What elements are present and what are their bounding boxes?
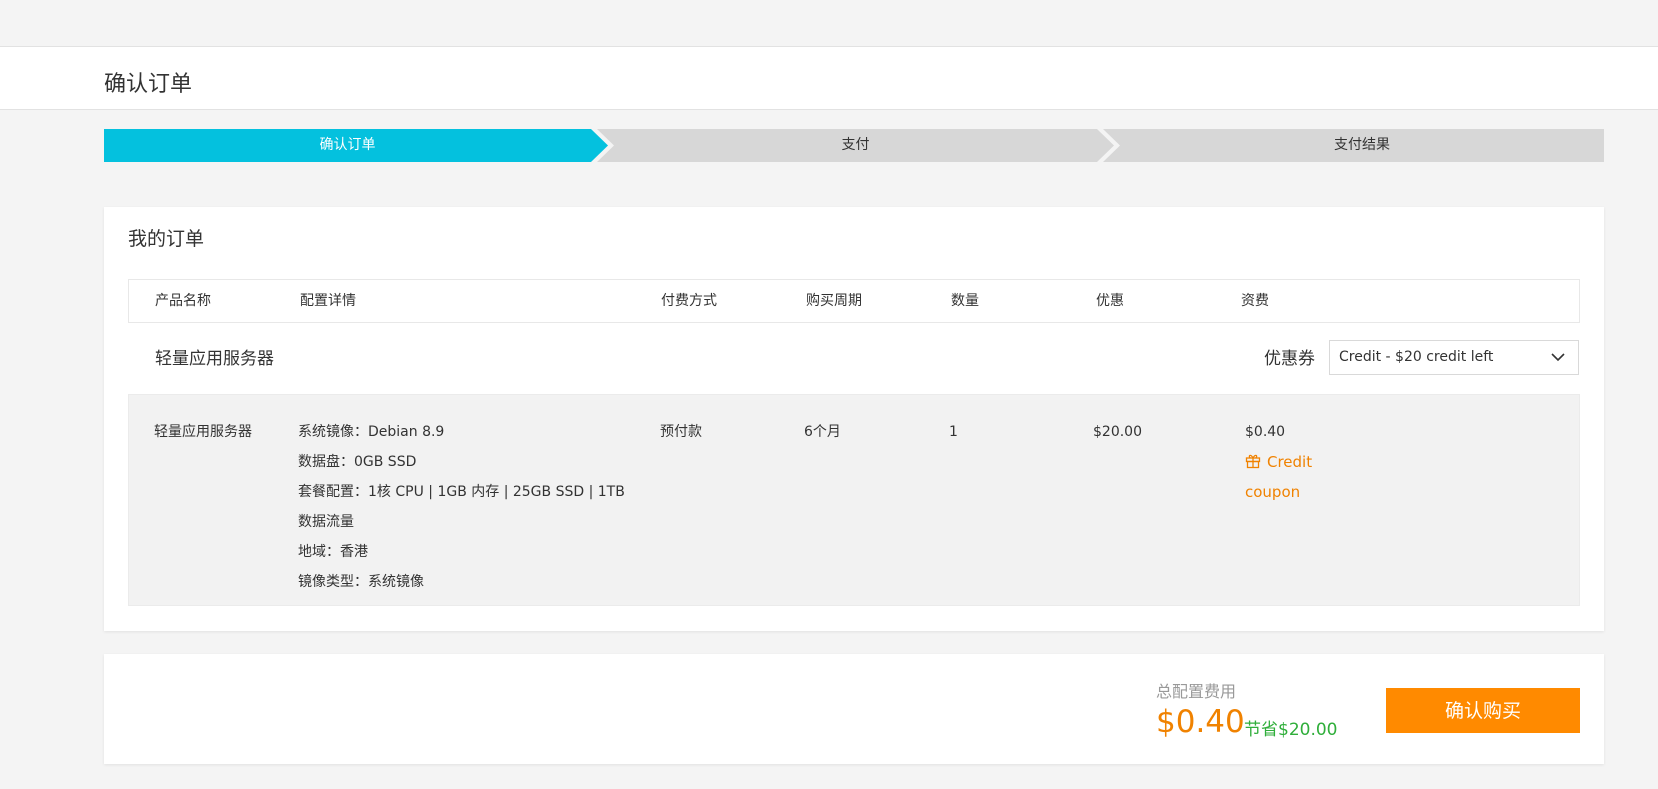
coupon-select[interactable]: Credit - $20 credit left bbox=[1329, 340, 1579, 375]
progress-steps: 确认订单 支付 支付结果 bbox=[104, 129, 1604, 162]
row-payment-method: 预付款 bbox=[660, 424, 702, 440]
step-payment-result: 支付结果 bbox=[1334, 137, 1390, 153]
detail-data-disk: 数据盘：0GB SSD bbox=[298, 454, 417, 470]
savings-text: 节省$20.00 bbox=[1244, 720, 1338, 740]
step-confirm-order: 确认订单 bbox=[319, 137, 376, 153]
column-purchase-period: 购买周期 bbox=[806, 293, 862, 309]
detail-region: 地域：香港 bbox=[298, 544, 368, 560]
column-product-name: 产品名称 bbox=[155, 293, 211, 309]
gift-icon bbox=[1245, 454, 1261, 469]
column-price: 资费 bbox=[1241, 293, 1269, 309]
row-config-details: 系统镜像：Debian 8.9 数据盘：0GB SSD 套餐配置：1核 CPU … bbox=[298, 417, 638, 597]
product-group-title: 轻量应用服务器 bbox=[155, 349, 274, 369]
total-label: 总配置费用 bbox=[1156, 682, 1237, 701]
step-payment: 支付 bbox=[841, 137, 870, 153]
total-price: $0.40 bbox=[1156, 704, 1245, 740]
row-product-name: 轻量应用服务器 bbox=[154, 424, 252, 440]
column-payment-method: 付费方式 bbox=[661, 293, 717, 309]
order-card: 我的订单 产品名称 配置详情 付费方式 购买周期 数量 优惠 资费 轻量应用服务… bbox=[104, 207, 1604, 631]
table-row: 轻量应用服务器 系统镜像：Debian 8.9 数据盘：0GB SSD 套餐配置… bbox=[128, 394, 1580, 606]
row-discount: $20.00 bbox=[1093, 424, 1142, 440]
coupon-label: 优惠券 bbox=[1264, 349, 1315, 369]
confirm-purchase-button[interactable]: 确认购买 bbox=[1386, 688, 1580, 733]
column-discount: 优惠 bbox=[1096, 293, 1124, 309]
row-quantity: 1 bbox=[949, 424, 958, 440]
page-header: 确认订单 bbox=[0, 46, 1658, 110]
column-config-details: 配置详情 bbox=[300, 293, 356, 309]
chevron-down-icon bbox=[1551, 353, 1565, 362]
detail-system-image: 系统镜像：Debian 8.9 bbox=[298, 424, 445, 440]
page-title: 确认订单 bbox=[104, 72, 193, 97]
credit-coupon-link[interactable]: Credit coupon bbox=[1245, 447, 1335, 507]
column-quantity: 数量 bbox=[951, 293, 979, 309]
order-table-header: 产品名称 配置详情 付费方式 购买周期 数量 优惠 资费 bbox=[128, 279, 1580, 323]
detail-package-config: 套餐配置：1核 CPU | 1GB 内存 | 25GB SSD | 1TB bbox=[298, 484, 625, 500]
row-purchase-period: 6个月 bbox=[804, 424, 841, 440]
row-price: $0.40 bbox=[1245, 424, 1286, 440]
detail-package-config-cont: 数据流量 bbox=[298, 514, 354, 530]
order-section-title: 我的订单 bbox=[128, 228, 205, 250]
coupon-selected-value: Credit - $20 credit left bbox=[1339, 349, 1494, 365]
detail-image-type: 镜像类型：系统镜像 bbox=[298, 574, 424, 590]
order-summary-card: 总配置费用 $0.40 节省$20.00 确认购买 bbox=[104, 654, 1604, 764]
